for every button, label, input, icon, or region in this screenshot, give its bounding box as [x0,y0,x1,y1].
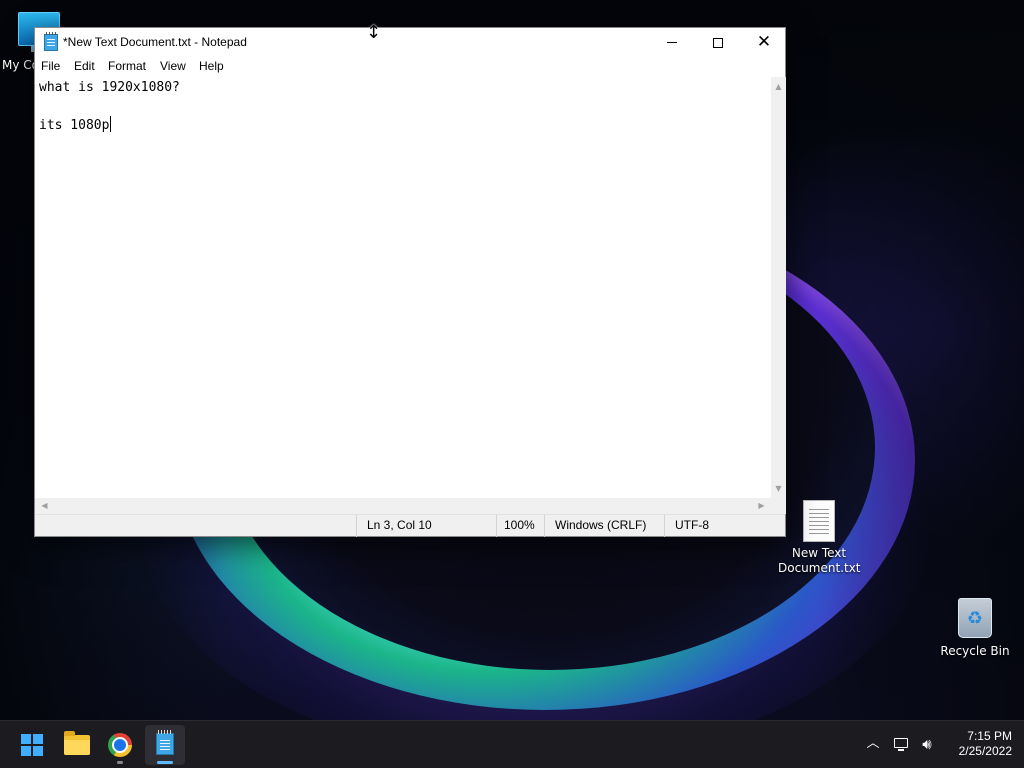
menu-edit[interactable]: Edit [74,59,95,73]
minimize-button[interactable] [649,28,695,58]
scroll-right-arrow-icon[interactable]: ▶ [754,498,769,514]
menu-format[interactable]: Format [108,59,146,73]
notepad-icon [44,32,58,51]
active-indicator [157,761,173,764]
menu-file[interactable]: File [41,59,60,73]
editor-line-3-text: its 1080p [39,118,110,133]
scroll-left-arrow-icon[interactable]: ◀ [37,498,52,514]
maximize-button[interactable] [695,28,741,58]
status-line-ending: Windows (CRLF) [544,515,664,537]
horizontal-scrollbar[interactable]: ◀ ▶ [35,498,771,514]
scroll-down-arrow-icon[interactable]: ▼ [771,481,786,496]
desktop-icon-label-line2: Document.txt [778,561,861,575]
recycle-bin-icon: ♻ [958,598,992,638]
window-titlebar[interactable]: *New Text Document.txt - Notepad ✕ [35,28,785,58]
file-explorer-icon [64,731,90,755]
menu-bar: File Edit Format View Help [35,57,785,77]
volume-icon[interactable]: 🔊︎ [916,733,938,755]
clock-time: 7:15 PM [967,729,1012,743]
chrome-icon [108,733,132,757]
text-editor-area[interactable]: what is 1920x1080? its 1080p [35,77,771,498]
menu-view[interactable]: View [160,59,186,73]
scrollbar-corner [771,498,786,514]
status-zoom: 100% [496,515,544,537]
desktop-icon-label: Recycle Bin [940,644,1010,658]
taskbar-notepad[interactable] [145,725,185,765]
status-encoding: UTF-8 [664,515,785,537]
resize-cursor-icon: ↕ [366,22,382,43]
network-icon[interactable] [892,733,912,755]
editor-line-3: its 1080p [39,116,112,133]
taskbar-clock[interactable]: 7:15 PM 2/25/2022 [940,729,1012,761]
status-cursor-position: Ln 3, Col 10 [356,515,496,537]
close-icon: ✕ [756,32,772,52]
recycle-symbol-icon: ♻ [966,608,984,629]
close-button[interactable]: ✕ [741,28,787,58]
desktop-icon-label-line1: New Text [791,546,847,560]
taskbar-file-explorer[interactable] [57,725,97,765]
taskbar-chrome[interactable] [100,725,140,765]
status-bar: Ln 3, Col 10 100% Windows (CRLF) UTF-8 [35,514,785,537]
maximize-icon [713,37,723,48]
editor-line-1-text: what is 1920x1080? [39,80,180,95]
running-indicator [117,761,123,764]
menu-help[interactable]: Help [199,59,224,73]
text-document-icon [803,500,835,542]
clock-date: 2/25/2022 [958,744,1012,758]
network-monitor-base [898,749,904,751]
minimize-icon [667,42,677,43]
notepad-window[interactable]: *New Text Document.txt - Notepad ✕ File … [34,27,786,537]
scroll-up-arrow-icon[interactable]: ▲ [771,79,786,94]
desktop-icon-recycle-bin[interactable]: ♻ Recycle Bin [938,596,1012,659]
notepad-icon [156,730,174,755]
network-monitor-shape [894,738,908,748]
desktop-icon-new-text-document[interactable]: New Text Document.txt [778,498,861,576]
start-icon [21,734,43,756]
vertical-scrollbar[interactable]: ▲ ▼ [771,77,786,498]
text-caret [110,116,112,132]
show-hidden-icons-chevron-up-icon[interactable]: ︿ [864,733,882,755]
editor-line-1: what is 1920x1080? [39,80,180,95]
start-button[interactable] [12,725,52,765]
window-title: *New Text Document.txt - Notepad [63,35,247,49]
